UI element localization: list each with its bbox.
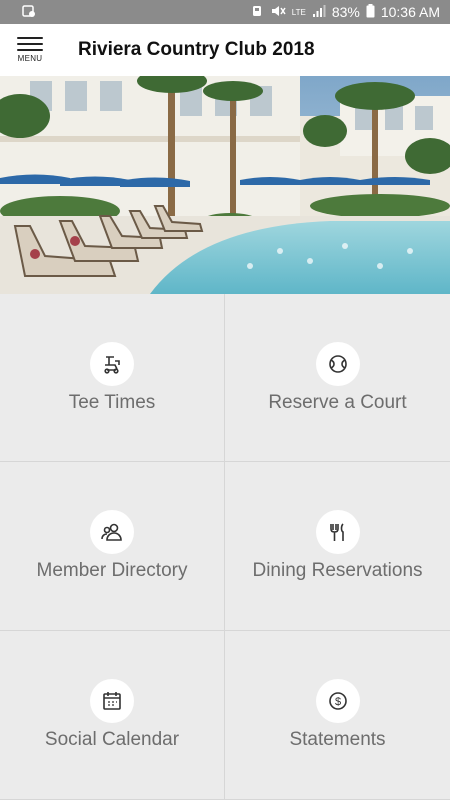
tile-reserve-a-court[interactable]: Reserve a Court (225, 294, 450, 462)
signal-icon (312, 4, 326, 21)
tile-statements[interactable]: $ Statements (225, 631, 450, 800)
tennis-ball-icon (315, 341, 360, 386)
tile-label: Dining Reservations (252, 560, 423, 581)
tile-label: Social Calendar (44, 729, 180, 750)
menu-label: MENU (17, 54, 43, 63)
battery-percent: 83% (331, 4, 360, 20)
page-title: Riviera Country Club 2018 (78, 39, 315, 60)
people-icon (90, 510, 134, 554)
tile-label: Statements (289, 729, 386, 750)
tile-label: Member Directory (36, 560, 188, 581)
clock: 10:36 AM (380, 4, 440, 20)
dollar-icon: $ (315, 679, 360, 723)
hero-image (0, 76, 450, 294)
tile-dining-reservations[interactable]: Dining Reservations (225, 462, 450, 631)
network-label: LTE (291, 7, 306, 17)
hamburger-icon (17, 37, 43, 51)
menu-button[interactable]: MENU (0, 24, 60, 76)
battery-icon (366, 3, 375, 21)
calendar-icon (90, 679, 134, 723)
tile-member-directory[interactable]: Member Directory (0, 462, 225, 631)
app-bar: MENU Riviera Country Club 2018 (0, 24, 450, 76)
status-bar: LTE 83% 10:36 AM (0, 0, 450, 24)
tile-tee-times[interactable]: Tee Times (0, 294, 225, 462)
tile-social-calendar[interactable]: Social Calendar (0, 631, 225, 800)
tile-label: Reserve a Court (268, 391, 407, 413)
notification-icon (22, 4, 36, 21)
menu-grid: Tee Times Reserve a Court Member Directo… (0, 294, 450, 800)
fork-knife-icon (315, 510, 360, 554)
tile-label: Tee Times (68, 391, 156, 413)
svg-text:$: $ (334, 696, 340, 708)
mute-icon (270, 4, 286, 21)
golf-cart-icon (90, 341, 134, 386)
vibrate-icon (250, 4, 264, 21)
